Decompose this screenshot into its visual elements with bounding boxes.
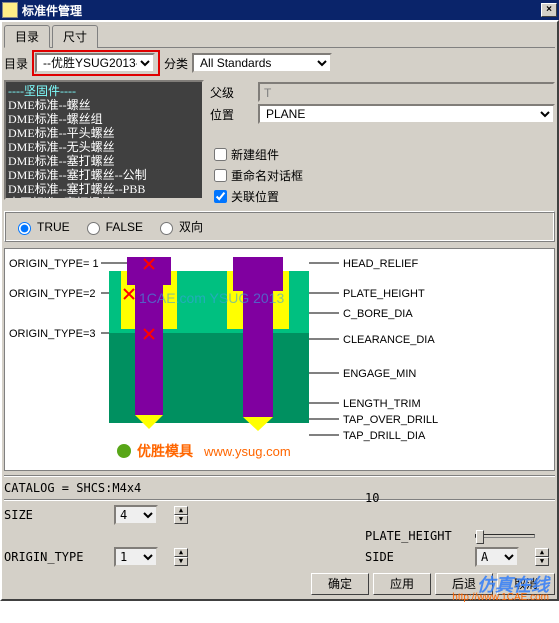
tree-item[interactable]: DME标准--无头螺丝 <box>8 140 200 154</box>
catalog-select[interactable]: --优胜YSUG2013-- <box>35 53 155 73</box>
tree-item[interactable]: DME标准--平头螺丝 <box>8 126 200 140</box>
svg-text:TAP_OVER_DRILL: TAP_OVER_DRILL <box>343 414 438 426</box>
app-icon <box>2 2 18 18</box>
origin1-label: ORIGIN_TYPE= 1 <box>9 258 99 270</box>
tree-item[interactable]: DME标准--塞打螺丝--PBB <box>8 182 200 196</box>
standard-tree[interactable]: ----坚固件---- DME标准--螺丝 DME标准--螺丝组 DME标准--… <box>4 80 204 200</box>
parent-label: 父级 <box>210 84 254 101</box>
size-label: SIZE <box>4 508 114 522</box>
overlay-url: http://www.1CAE.com <box>452 592 549 603</box>
plate-height-slider[interactable] <box>475 534 555 538</box>
plate-height-label: PLATE_HEIGHT <box>365 529 475 543</box>
parent-field: T <box>258 82 555 102</box>
plate-height-value: 10 <box>365 491 475 505</box>
screw-diagram: ORIGIN_TYPE= 1 ORIGIN_TYPE=2 ORIGIN_TYPE… <box>9 253 449 463</box>
origin2-label: ORIGIN_TYPE=2 <box>9 288 96 300</box>
boolean-group: TRUE FALSE 双向 <box>4 211 555 242</box>
origintype-spinner[interactable]: ▲▼ <box>174 548 198 566</box>
radio-bidir[interactable]: 双向 <box>155 218 203 235</box>
link-position-checkbox[interactable] <box>214 190 227 203</box>
origin-type-select[interactable]: 1 <box>114 547 158 567</box>
side-label: SIDE <box>365 550 475 564</box>
size-select[interactable]: 4 <box>114 505 158 525</box>
side-spinner[interactable]: ▲▼ <box>535 548 555 566</box>
tree-item[interactable]: DME标准--塞打螺丝--公制 <box>8 168 200 182</box>
link-position-label: 关联位置 <box>231 188 279 205</box>
new-component-checkbox[interactable] <box>214 148 227 161</box>
position-select[interactable]: PLANE <box>258 104 555 124</box>
rename-dialog-label: 重命名对话框 <box>231 167 303 184</box>
tree-header: ----坚固件---- <box>8 84 200 98</box>
origin-type-label: ORIGIN_TYPE <box>4 550 114 564</box>
classify-label: 分类 <box>164 55 188 72</box>
size-spinner[interactable]: ▲▼ <box>174 506 198 524</box>
tab-strip: 目录 尺寸 <box>4 24 555 48</box>
classify-select[interactable]: All Standards <box>192 53 332 73</box>
radio-false[interactable]: FALSE <box>82 219 143 235</box>
tree-item[interactable]: DME标准--螺丝组 <box>8 112 200 126</box>
new-component-label: 新建组件 <box>231 146 279 163</box>
svg-text:HEAD_RELIEF: HEAD_RELIEF <box>343 258 418 270</box>
catalog-highlight: --优胜YSUG2013-- <box>32 50 160 76</box>
svg-text:LENGTH_TRIM: LENGTH_TRIM <box>343 398 421 410</box>
svg-text:www.ysug.com: www.ysug.com <box>203 444 291 459</box>
radio-true[interactable]: TRUE <box>13 219 70 235</box>
svg-text:TAP_DRILL_DIA: TAP_DRILL_DIA <box>343 430 426 442</box>
rename-dialog-checkbox[interactable] <box>214 169 227 182</box>
position-label: 位置 <box>210 106 254 123</box>
diagram-panel: ORIGIN_TYPE= 1 ORIGIN_TYPE=2 ORIGIN_TYPE… <box>4 248 555 471</box>
close-button[interactable]: × <box>541 3 557 17</box>
svg-text:PLATE_HEIGHT: PLATE_HEIGHT <box>343 288 425 300</box>
origin3-label: ORIGIN_TYPE=3 <box>9 328 96 340</box>
svg-text:CLEARANCE_DIA: CLEARANCE_DIA <box>343 334 435 346</box>
tree-item[interactable]: DME标准--塞打螺丝 <box>8 154 200 168</box>
svg-text:优胜模具: 优胜模具 <box>137 443 193 459</box>
tree-item[interactable]: 大同标准--塞打螺丝 <box>8 196 200 200</box>
svg-text:1CAE.com YSUG 2013: 1CAE.com YSUG 2013 <box>139 290 284 306</box>
window-title: 标准件管理 <box>22 2 541 19</box>
tab-dimension[interactable]: 尺寸 <box>52 25 98 48</box>
title-bar: 标准件管理 × <box>0 0 559 20</box>
apply-button[interactable]: 应用 <box>373 573 431 595</box>
catalog-label: 目录 <box>4 55 28 72</box>
ok-button[interactable]: 确定 <box>311 573 369 595</box>
svg-text:ENGAGE_MIN: ENGAGE_MIN <box>343 368 416 380</box>
tree-item[interactable]: DME标准--螺丝 <box>8 98 200 112</box>
svg-text:C_BORE_DIA: C_BORE_DIA <box>343 308 413 320</box>
tab-catalog[interactable]: 目录 <box>4 25 50 48</box>
side-select[interactable]: A <box>475 547 519 567</box>
